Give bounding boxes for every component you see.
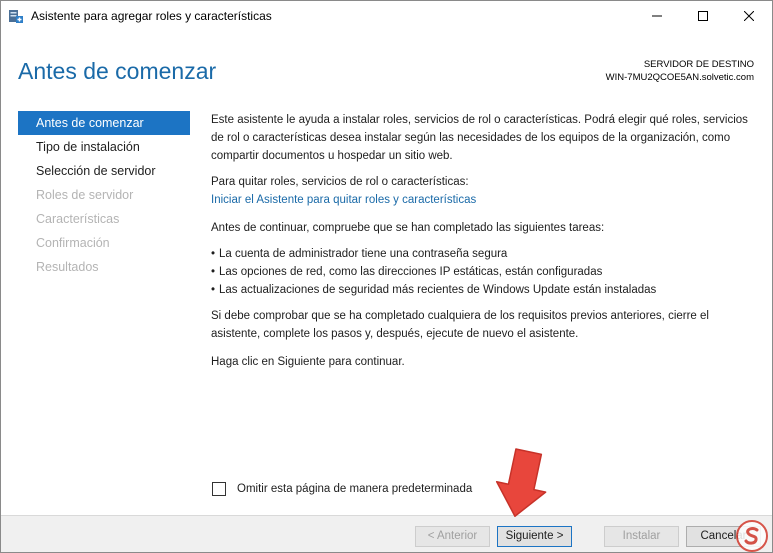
list-item: La cuenta de administrador tiene una con… [211, 245, 656, 263]
step-resultados: Resultados [36, 260, 99, 274]
title-bar[interactable]: Asistente para agregar roles y caracterí… [1, 1, 772, 31]
close-button[interactable] [726, 1, 772, 31]
list-item: Las actualizaciones de seguridad más rec… [211, 281, 656, 299]
prerequisite-task-list: La cuenta de administrador tiene una con… [211, 245, 656, 299]
maximize-icon [698, 11, 708, 21]
intro-text: Este asistente le ayuda a instalar roles… [211, 114, 748, 162]
destination-server-info: SERVIDOR DE DESTINO WIN-7MU2QCOE5AN.solv… [606, 58, 754, 84]
before-continue-text: Antes de continuar, compruebe que se han… [211, 222, 605, 234]
list-item: Las opciones de red, como las direccione… [211, 263, 656, 281]
window-title: Asistente para agregar roles y caracterí… [31, 9, 272, 23]
wizard-footer: < Anterior Siguiente > Instalar Cancelar [1, 516, 772, 552]
previous-button[interactable]: < Anterior [415, 526, 490, 547]
skip-page-checkbox[interactable] [212, 482, 226, 496]
step-antes-de-comenzar[interactable]: Antes de comenzar [18, 111, 190, 135]
step-caracteristicas: Características [36, 212, 120, 226]
step-seleccion-de-servidor[interactable]: Selección de servidor [18, 159, 190, 183]
close-icon [744, 11, 754, 21]
remove-roles-label: Para quitar roles, servicios de rol o ca… [211, 176, 469, 188]
red-arrow-icon [495, 448, 547, 518]
next-button[interactable]: Siguiente > [497, 526, 572, 547]
install-button[interactable]: Instalar [604, 526, 679, 547]
continue-note: Haga clic en Siguiente para continuar. [211, 356, 405, 368]
step-tipo-de-instalacion[interactable]: Tipo de instalación [18, 135, 190, 159]
skip-page-option[interactable]: Omitir esta página de manera predetermin… [212, 482, 472, 496]
page-title: Antes de comenzar [18, 58, 217, 84]
minimize-button[interactable] [634, 1, 680, 31]
skip-page-label: Omitir esta página de manera predetermin… [237, 483, 473, 495]
wizard-window: Asistente para agregar roles y caracterí… [0, 0, 773, 553]
destination-label: SERVIDOR DE DESTINO [643, 59, 754, 70]
maximize-button[interactable] [680, 1, 726, 31]
remove-roles-wizard-link[interactable]: Iniciar el Asistente para quitar roles y… [211, 191, 476, 209]
destination-server-name: WIN-7MU2QCOE5AN.solvetic.com [605, 72, 754, 83]
step-roles-de-servidor: Roles de servidor [36, 188, 134, 202]
solvetic-logo-icon [736, 520, 768, 552]
minimize-icon [652, 15, 662, 17]
server-wizard-icon [9, 10, 23, 23]
step-confirmacion: Confirmación [36, 236, 110, 250]
prerequisite-note: Si debe comprobar que se ha completado c… [211, 310, 709, 340]
wizard-steps-sidebar: Antes de comenzar Tipo de instalación Se… [18, 111, 190, 279]
